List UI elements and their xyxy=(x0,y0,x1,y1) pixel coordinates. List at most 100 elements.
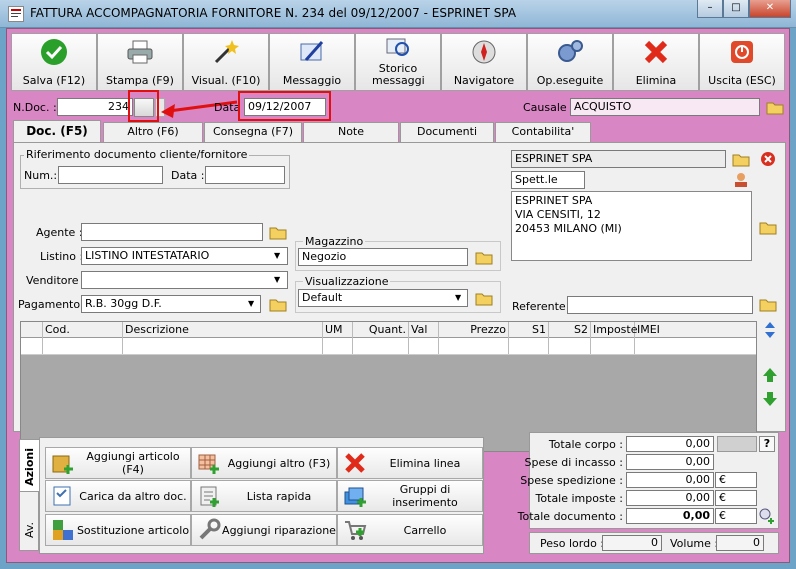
referente-field[interactable] xyxy=(567,296,753,314)
col-s2[interactable]: S2 xyxy=(549,322,591,338)
spettle-field[interactable]: Spett.le xyxy=(511,171,585,189)
print-label: Stampa (F9) xyxy=(106,74,174,87)
agente-field[interactable] xyxy=(81,223,263,241)
message-history-label: Storico messaggi xyxy=(372,62,425,87)
totals-detail-button[interactable] xyxy=(758,507,776,525)
print-button[interactable]: Stampa (F9) xyxy=(97,33,183,91)
contact-button[interactable] xyxy=(731,170,751,190)
sort-button[interactable] xyxy=(760,320,780,340)
quick-list-icon xyxy=(196,483,222,509)
ndoc-field[interactable]: 234 xyxy=(57,98,133,116)
exit-button[interactable]: Uscita (ESC) xyxy=(699,33,785,91)
delete-line-button[interactable]: Elimina linea xyxy=(337,447,483,479)
pagamento-folder-button[interactable] xyxy=(268,294,288,314)
tab-documenti[interactable]: Documenti xyxy=(400,122,494,142)
spese-spedizione-field[interactable]: 0,00 xyxy=(626,472,714,488)
tab-note[interactable]: Note xyxy=(303,122,399,142)
exit-icon xyxy=(727,38,757,66)
cell-divider xyxy=(322,338,323,354)
rif-data-label: Data : xyxy=(171,169,205,182)
address-box[interactable]: ESPRINET SPA VIA CENSITI, 12 20453 MILAN… xyxy=(511,191,752,261)
tab-consegna[interactable]: Consegna (F7) xyxy=(204,122,302,142)
col-descrizione[interactable]: Descrizione xyxy=(123,322,323,338)
delete-line-icon xyxy=(342,450,368,476)
load-doc-icon xyxy=(50,483,76,509)
visualizzazione-folder-button[interactable] xyxy=(474,288,494,308)
agente-folder-button[interactable] xyxy=(268,222,288,242)
col-s1[interactable]: S1 xyxy=(509,322,549,338)
insertion-groups-button[interactable]: Gruppi di inserimento xyxy=(337,480,483,512)
cell-divider xyxy=(408,338,409,354)
tab-contabilita[interactable]: Contabilita' xyxy=(495,122,591,142)
chevron-down-icon: ▼ xyxy=(455,293,462,302)
col-cod[interactable]: Cod. xyxy=(43,322,123,338)
col-prezzo[interactable]: Prezzo xyxy=(439,322,509,338)
maximize-button[interactable]: □ xyxy=(723,0,749,18)
col-um[interactable]: UM xyxy=(323,322,353,338)
quick-list-button[interactable]: Lista rapida xyxy=(191,480,337,512)
folder-icon xyxy=(759,222,777,235)
delete-button[interactable]: Elimina xyxy=(613,33,699,91)
message-history-button[interactable]: Storico messaggi xyxy=(355,33,441,91)
causale-folder-button[interactable] xyxy=(765,97,785,117)
magazzino-folder-button[interactable] xyxy=(474,247,494,267)
add-article-button[interactable]: Aggiungi articolo (F4) xyxy=(45,447,191,479)
message-history-icon xyxy=(383,36,413,58)
col-imposte[interactable]: Imposte xyxy=(591,322,637,338)
operations-button[interactable]: Op.eseguite xyxy=(527,33,613,91)
totale-imposte-currency: € xyxy=(715,490,757,506)
title-bar[interactable]: FATTURA ACCOMPAGNATORIA FORNITORE N. 234… xyxy=(0,0,796,28)
help-button[interactable]: ? xyxy=(759,436,775,452)
pagamento-select[interactable]: R.B. 30gg D.F. xyxy=(81,295,261,313)
compass-icon xyxy=(469,38,499,66)
add-repair-button[interactable]: Aggiungi riparazione xyxy=(191,514,337,546)
cliente-remove-button[interactable] xyxy=(758,149,778,169)
side-tab-azioni[interactable]: Azioni xyxy=(20,440,39,492)
save-button[interactable]: Salva (F12) xyxy=(11,33,97,91)
cliente-folder-button[interactable] xyxy=(731,149,751,169)
venditore-select[interactable] xyxy=(81,271,288,289)
spese-spedizione-currency: € xyxy=(715,472,757,488)
cart-label: Carrello xyxy=(403,523,447,537)
spese-incasso-field[interactable]: 0,00 xyxy=(626,454,714,470)
visualizzazione-select[interactable]: Default xyxy=(298,289,468,307)
listino-select[interactable]: LISTINO INTESTATARIO xyxy=(81,247,288,265)
chevron-down-icon: ▼ xyxy=(274,251,281,260)
close-button[interactable]: ✕ xyxy=(749,0,791,18)
replace-article-button[interactable]: Sostituzione articolo xyxy=(45,514,191,546)
printer-icon xyxy=(125,38,155,66)
add-other-label: Aggiungi altro (F3) xyxy=(227,456,331,470)
col-val[interactable]: Val xyxy=(409,322,439,338)
causale-field[interactable]: ACQUISTO xyxy=(570,98,760,116)
load-from-doc-button[interactable]: Carica da altro doc. xyxy=(45,480,191,512)
cliente-name-field[interactable]: ESPRINET SPA xyxy=(511,150,726,168)
add-other-button[interactable]: Aggiungi altro (F3) xyxy=(191,447,337,479)
insertion-groups-label: Gruppi di inserimento xyxy=(392,483,458,509)
referente-folder-button[interactable] xyxy=(758,294,778,314)
navigator-button[interactable]: Navigatore xyxy=(441,33,527,91)
address-folder-button[interactable] xyxy=(758,217,778,237)
pagamento-label: Pagamento : xyxy=(18,298,88,311)
magazzino-field[interactable]: Negozio xyxy=(298,248,468,266)
minimize-button[interactable]: – xyxy=(697,0,723,18)
move-up-button[interactable] xyxy=(760,365,780,385)
tab-altro[interactable]: Altro (F6) xyxy=(103,122,203,142)
side-tab-av[interactable]: Av. xyxy=(20,514,39,550)
message-button[interactable]: Messaggio xyxy=(269,33,355,91)
data-label: Data xyxy=(214,101,241,114)
num-field[interactable] xyxy=(58,166,163,184)
table-row[interactable] xyxy=(21,338,756,355)
cart-button[interactable]: Carrello xyxy=(337,514,483,546)
col-quant[interactable]: Quant. xyxy=(353,322,409,338)
view-label: Visual. (F10) xyxy=(191,74,261,87)
add-article-label: Aggiungi articolo (F4) xyxy=(86,450,180,476)
annotation-box-data xyxy=(238,91,331,121)
view-button[interactable]: Visual. (F10) xyxy=(183,33,269,91)
col-imei[interactable]: IMEI xyxy=(635,322,756,338)
move-down-button[interactable] xyxy=(760,389,780,409)
folder-icon xyxy=(269,299,287,312)
tab-doc[interactable]: Doc. (F5) xyxy=(13,120,101,143)
magazzino-title: Magazzino xyxy=(303,235,366,248)
replace-icon xyxy=(50,517,76,543)
rif-data-field[interactable] xyxy=(205,166,285,184)
